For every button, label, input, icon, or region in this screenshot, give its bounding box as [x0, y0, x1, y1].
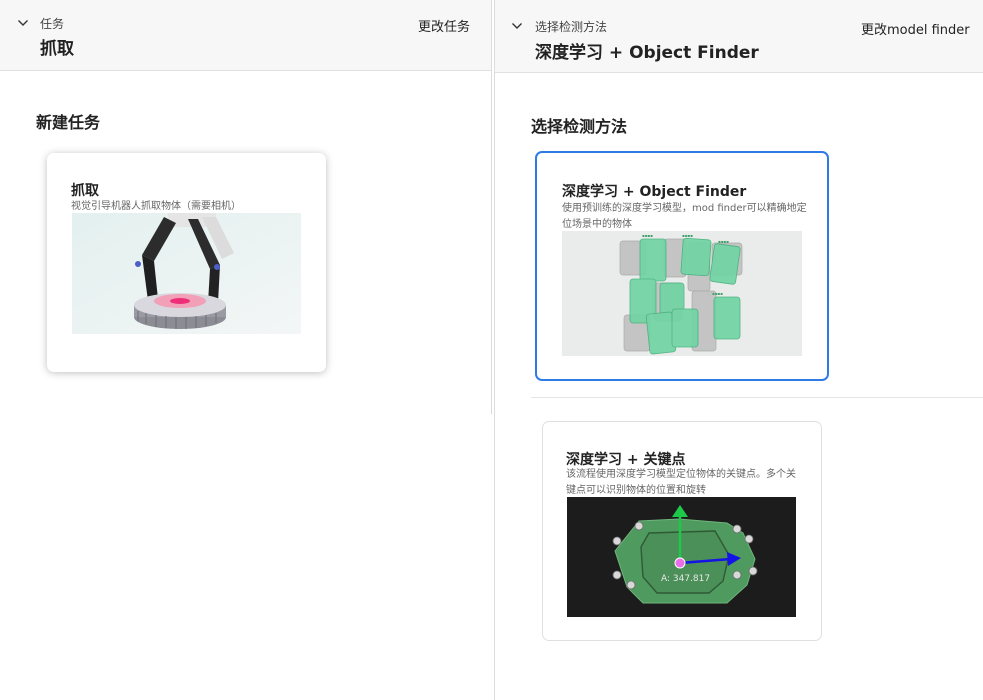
svg-text:▪▪▪▪: ▪▪▪▪ [718, 239, 729, 244]
grasp-card-title: 抓取 [71, 183, 99, 199]
keypoint-card-title: 深度学习 + 关键点 [566, 452, 686, 468]
task-panel: 任务 抓取 更改任务 新建任务 抓取 视觉引导机器人抓取物体（需要相机） [0, 0, 492, 415]
robot-gripper-image [72, 213, 301, 334]
detection-header-title: 深度学习 + Object Finder [535, 43, 759, 63]
keypoint-method-card[interactable]: 深度学习 + 关键点 该流程使用深度学习模型定位物体的关键点。多个关键点可以识别… [542, 421, 822, 641]
detection-header-label: 选择检测方法 [535, 20, 608, 34]
keypoint-card-description: 该流程使用深度学习模型定位物体的关键点。多个关键点可以识别物体的位置和旋转 [566, 469, 796, 496]
svg-text:▪▪▪▪: ▪▪▪▪ [682, 233, 693, 238]
new-task-title: 新建任务 [36, 113, 101, 132]
select-method-title: 选择检测方法 [531, 117, 628, 136]
chevron-down-icon[interactable] [16, 16, 30, 30]
detection-method-panel: 选择检测方法 深度学习 + Object Finder 更改model find… [494, 0, 983, 700]
svg-text:▪▪▪▪: ▪▪▪▪ [642, 233, 653, 238]
card-divider [531, 397, 983, 398]
keypoint-angle-label: A: 347.817 [661, 574, 710, 584]
task-header[interactable]: 任务 抓取 更改任务 [0, 0, 491, 71]
detected-boxes-image: ▪▪▪▪ ▪▪▪▪ ▪▪▪▪ ▪▪▪▪ [562, 231, 802, 356]
change-task-link[interactable]: 更改任务 [418, 16, 470, 35]
change-model-finder-link[interactable]: 更改model finder [861, 19, 970, 38]
keypoint-image: A: 347.817 [567, 497, 796, 617]
chevron-down-icon[interactable] [510, 19, 524, 33]
svg-text:▪▪▪▪: ▪▪▪▪ [712, 291, 723, 296]
detection-header[interactable]: 选择检测方法 深度学习 + Object Finder 更改model find… [495, 0, 983, 73]
task-header-title: 抓取 [40, 39, 74, 59]
object-finder-method-card[interactable]: 深度学习 + Object Finder 使用预训练的深度学习模型，mod fi… [535, 151, 829, 381]
task-header-label: 任务 [40, 17, 65, 31]
object-finder-card-title: 深度学习 + Object Finder [562, 184, 747, 200]
grasp-task-card[interactable]: 抓取 视觉引导机器人抓取物体（需要相机） [47, 153, 326, 372]
object-finder-card-description: 使用预训练的深度学习模型，mod finder可以精确地定位场景中的物体 [562, 203, 807, 230]
